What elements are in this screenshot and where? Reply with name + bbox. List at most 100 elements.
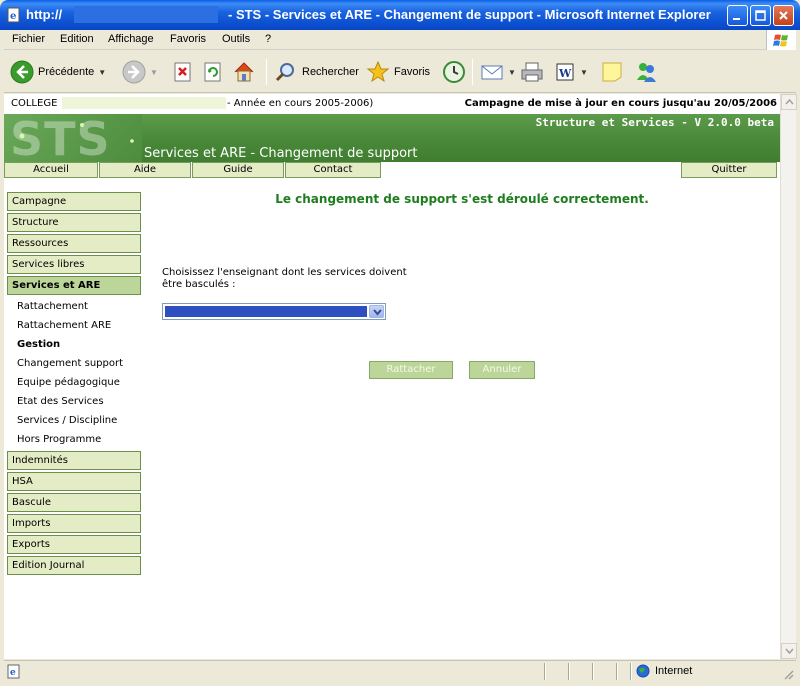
mail-dropdown-icon[interactable]: ▼: [508, 68, 516, 77]
scroll-up-button[interactable]: [781, 94, 797, 110]
college-name-redacted: [62, 97, 226, 109]
security-zone: Internet: [636, 664, 692, 678]
messenger-button[interactable]: [634, 59, 658, 85]
sidebar-sub-equipe-pedagogique[interactable]: Equipe pédagogique: [7, 373, 141, 392]
ie-page-icon: e: [7, 7, 20, 23]
page-status-icon: e: [7, 664, 20, 679]
minimize-icon: [733, 18, 740, 20]
zone-label: Internet: [655, 665, 693, 677]
sidebar-item-edition-journal[interactable]: Edition Journal: [7, 556, 141, 575]
sidebar-sub-changement-support[interactable]: Changement support: [7, 354, 141, 373]
status-separator: [568, 663, 570, 680]
home-button[interactable]: [232, 59, 256, 85]
sidebar-item-structure[interactable]: Structure: [7, 213, 141, 232]
menu-outils[interactable]: Outils: [222, 33, 250, 45]
status-separator: [544, 663, 546, 680]
toolbar: Précédente ▼ ▼ Rechercher Favoris ▼ W ▼: [4, 51, 796, 93]
menu-favoris[interactable]: Favoris: [170, 33, 206, 45]
app-version: Structure et Services - V 2.0.0 beta: [535, 116, 774, 129]
edit-dropdown-icon[interactable]: ▼: [580, 68, 588, 77]
stop-icon: [174, 62, 191, 82]
refresh-icon: [204, 62, 221, 82]
svg-text:e: e: [10, 11, 16, 22]
redacted-url: [74, 6, 218, 23]
toolbar-separator: [472, 59, 473, 85]
title-bar: e http:// - STS - Services et ARE - Chan…: [0, 0, 800, 30]
search-label: Rechercher: [302, 66, 359, 78]
windows-logo: [766, 30, 796, 50]
forward-dropdown-icon[interactable]: ▼: [150, 68, 158, 77]
printer-icon: [521, 62, 543, 82]
page-content: COLLEGE - Année en cours 2005-2006) Camp…: [4, 94, 780, 659]
minimize-button[interactable]: [727, 5, 748, 26]
toolbar-separator: [266, 59, 267, 85]
menu-help[interactable]: ?: [265, 33, 271, 45]
history-button[interactable]: [442, 59, 466, 85]
arrow-up-icon: [785, 99, 794, 105]
sidebar-item-services-libres[interactable]: Services libres: [7, 255, 141, 274]
mail-icon: [481, 65, 503, 80]
sidebar-sub-services-discipline[interactable]: Services / Discipline: [7, 411, 141, 430]
top-nav: Accueil Aide Guide Contact Quitter: [4, 162, 780, 178]
svg-text:e: e: [10, 668, 16, 678]
history-icon: [443, 61, 465, 83]
attach-button[interactable]: Rattacher: [369, 361, 453, 379]
tab-guide[interactable]: Guide: [192, 162, 284, 178]
teacher-select-dropdown[interactable]: [369, 305, 384, 318]
discuss-button[interactable]: [600, 59, 624, 85]
sidebar-item-services-are[interactable]: Services et ARE: [7, 276, 141, 295]
close-button[interactable]: [773, 5, 794, 26]
back-dropdown-icon[interactable]: ▼: [98, 68, 106, 77]
menu-fichier[interactable]: Fichier: [12, 33, 45, 45]
messenger-icon: [637, 63, 656, 82]
sidebar-item-bascule[interactable]: Bascule: [7, 493, 141, 512]
maximize-button[interactable]: [750, 5, 771, 26]
sidebar-item-hsa[interactable]: HSA: [7, 472, 141, 491]
favorites-label: Favoris: [394, 66, 431, 78]
search-button[interactable]: Rechercher: [274, 59, 359, 85]
teacher-select[interactable]: [162, 303, 386, 320]
scroll-down-button[interactable]: [781, 643, 797, 659]
note-icon: [602, 62, 622, 82]
vertical-scrollbar[interactable]: [780, 94, 797, 659]
quit-button[interactable]: Quitter: [681, 162, 777, 178]
sidebar-item-imports[interactable]: Imports: [7, 514, 141, 533]
sidebar-sub-hors-programme[interactable]: Hors Programme: [7, 430, 141, 449]
tab-accueil[interactable]: Accueil: [4, 162, 98, 178]
edit-button[interactable]: W ▼: [554, 59, 588, 85]
forward-button[interactable]: ▼: [122, 59, 158, 85]
resize-grip-icon[interactable]: [782, 668, 794, 680]
favorites-button[interactable]: Favoris: [366, 59, 430, 85]
arrow-down-icon: [785, 648, 794, 654]
sidebar-sub-etat-services[interactable]: Etat des Services: [7, 392, 141, 411]
teacher-prompt: Choisissez l'enseignant dont les service…: [162, 267, 407, 290]
sidebar-item-ressources[interactable]: Ressources: [7, 234, 141, 253]
maximize-icon: [755, 10, 766, 21]
chevron-down-icon: [373, 309, 382, 316]
school-year: - Année en cours 2005-2006): [227, 98, 374, 109]
sidebar: Campagne Structure Ressources Services l…: [7, 192, 141, 577]
sidebar-sub-rattachement[interactable]: Rattachement: [7, 297, 141, 316]
sidebar-item-campagne[interactable]: Campagne: [7, 192, 141, 211]
sidebar-item-exports[interactable]: Exports: [7, 535, 141, 554]
app-banner: STS Structure et Services - V 2.0.0 beta…: [4, 112, 780, 166]
refresh-button[interactable]: [202, 59, 224, 85]
word-icon: W: [556, 63, 574, 81]
cancel-button[interactable]: Annuler: [469, 361, 535, 379]
back-button[interactable]: Précédente ▼: [10, 59, 106, 85]
sidebar-item-indemnites[interactable]: Indemnités: [7, 451, 141, 470]
back-arrow-icon: [10, 60, 34, 84]
print-button[interactable]: [520, 59, 544, 85]
mail-button[interactable]: ▼: [480, 59, 516, 85]
sidebar-sub-rattachement-are[interactable]: Rattachement ARE: [7, 316, 141, 335]
status-bar: e Internet: [4, 660, 796, 682]
menu-edition[interactable]: Edition: [60, 33, 94, 45]
status-separator: [616, 663, 618, 680]
windows-flag-icon: [773, 34, 788, 47]
tab-contact[interactable]: Contact: [285, 162, 381, 178]
stop-button[interactable]: [172, 59, 194, 85]
menu-bar: Fichier Edition Affichage Favoris Outils…: [4, 30, 796, 50]
sidebar-sub-gestion[interactable]: Gestion: [7, 335, 141, 354]
menu-affichage[interactable]: Affichage: [108, 33, 154, 45]
tab-aide[interactable]: Aide: [99, 162, 191, 178]
